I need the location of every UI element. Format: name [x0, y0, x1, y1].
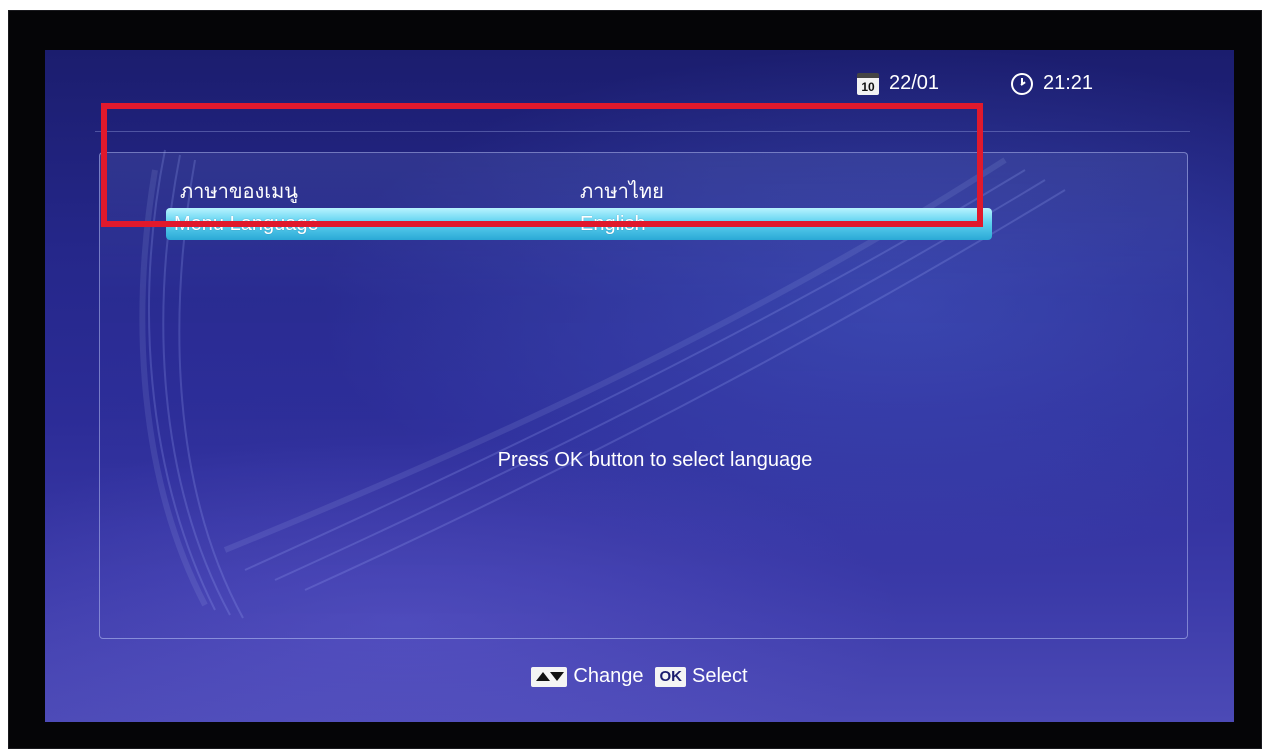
ok-key-icon: OK	[655, 666, 686, 687]
key-hint-bar: Change OK Select	[45, 665, 1234, 688]
time-display: 21:21	[1011, 72, 1093, 95]
date-display: 10 22/01	[857, 72, 939, 95]
clock-icon	[1011, 72, 1033, 95]
change-label: Change	[573, 665, 644, 687]
change-hint: Change	[531, 665, 643, 688]
calendar-icon: 10	[857, 72, 879, 95]
annotation-highlight-box	[101, 103, 983, 227]
select-hint: OK Select	[655, 665, 748, 688]
up-down-arrows-icon	[531, 666, 568, 687]
instruction-text: Press OK button to select language	[497, 449, 813, 471]
time-text: 21:21	[1043, 72, 1094, 94]
select-label: Select	[691, 665, 748, 687]
date-text: 22/01	[889, 72, 940, 94]
